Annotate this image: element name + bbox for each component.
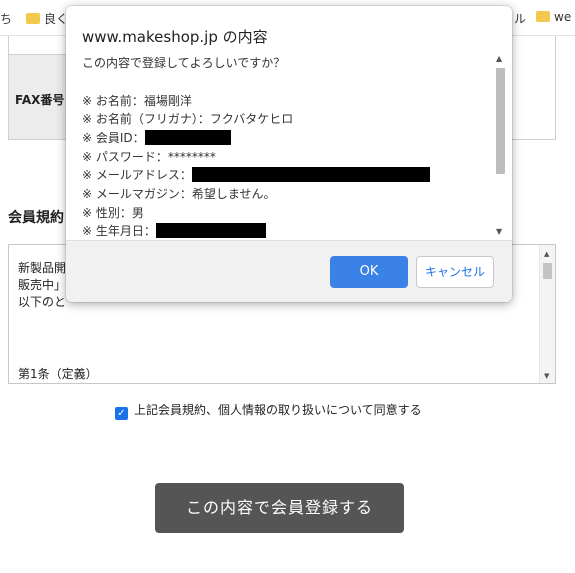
terms-line: 新製品開 <box>18 261 67 275</box>
redacted-block <box>144 130 231 145</box>
scroll-down-arrow-icon[interactable]: ▼ <box>544 372 549 380</box>
dialog-row-furigana: ※ お名前（フリガナ）：フクバタケヒロ <box>82 112 294 126</box>
dialog-message: この内容で登録してよろしいですか？ ※ お名前：福場剛洋 ※ お名前（フリガナ）… <box>82 54 507 244</box>
cancel-button[interactable]: キャンセル <box>416 256 494 288</box>
dialog-row-gender: ※ 性別：男 <box>82 206 144 220</box>
bookmark-folder-1[interactable]: 良く <box>26 10 68 27</box>
dialog-row-birthdate: ※ 生年月日： <box>82 222 266 239</box>
terms-section-title: 会員規約 <box>8 210 64 226</box>
agree-label: 上記会員規約、個人情報の取り扱いについて同意する <box>134 403 422 417</box>
register-submit-button[interactable]: この内容で会員登録する <box>155 483 404 533</box>
dialog-row-password: ※ パスワード：******** <box>82 150 216 164</box>
fax-label: FAX番号 <box>15 93 65 107</box>
dialog-scroll-thumb[interactable] <box>496 68 505 174</box>
dialog-row-name: ※ お名前：福場剛洋 <box>82 94 192 108</box>
terms-line: 第1条（定義） <box>18 367 98 381</box>
terms-scrollbar[interactable]: ▲ ▼ <box>539 245 555 383</box>
terms-scroll-thumb[interactable] <box>543 263 552 279</box>
bookmark-folder-1-label: 良く <box>44 12 69 26</box>
folder-icon <box>26 13 40 24</box>
redacted-block <box>155 223 266 238</box>
dialog-row-member-id: ※ 会員ID： <box>82 129 231 146</box>
dialog-scroll-up-icon[interactable]: ▲ <box>496 54 502 63</box>
bookmark-folder-2[interactable]: we <box>536 10 571 24</box>
terms-line: 販売中」 <box>18 278 67 292</box>
dialog-row-newsletter: ※ メールマガジン：希望しません。 <box>82 187 276 201</box>
redacted-block <box>191 167 430 182</box>
dialog-question: この内容で登録してよろしいですか？ <box>82 56 286 70</box>
bookmark-partial-right[interactable]: ル <box>514 10 526 27</box>
bookmark-folder-2-label: we <box>554 10 572 24</box>
agree-checkbox[interactable]: ✓ <box>115 407 128 420</box>
dialog-scroll-down-icon[interactable]: ▼ <box>496 227 502 236</box>
folder-icon <box>536 11 550 22</box>
terms-line: 以下のと <box>18 295 67 309</box>
dialog-row-email: ※ メールアドレス： <box>82 166 430 183</box>
agree-checkbox-row[interactable]: ✓ 上記会員規約、個人情報の取り扱いについて同意する <box>115 401 422 420</box>
dialog-title: www.makeshop.jp の内容 <box>82 28 268 46</box>
bookmark-partial-left[interactable]: ち <box>0 10 12 27</box>
ok-button[interactable]: OK <box>330 256 408 288</box>
scroll-up-arrow-icon[interactable]: ▲ <box>544 250 549 258</box>
